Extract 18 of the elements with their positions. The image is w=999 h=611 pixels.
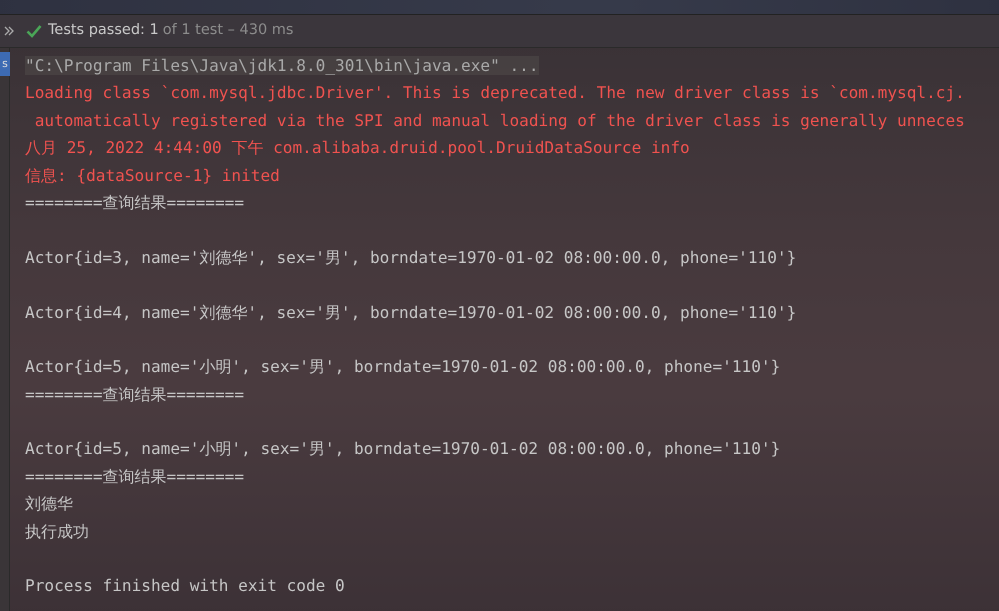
error-log-line: 八月 25, 2022 4:44:00 下午 com.alibaba.druid.pool.DruidDataSource info [25,138,690,158]
console-output-line: Process finished with exit code 0 [25,576,345,596]
error-log-line: Loading class `com.mysql.jdbc.Driver'. This is deprecated. The new driver class is `com.mysql.cj. [25,83,965,102]
console-output-line: Actor{id=5, name='小明', sex='男', borndate=1970-01-02 08:00:00.0, phone='110'} [25,357,780,376]
console-output-line: Actor{id=4, name='刘德华', sex='男', borndate=1970-01-02 08:00:00.0, phone='110'} [25,302,796,322]
chevron-icon[interactable] [4,25,14,37]
test-status-label: Tests passed: 1 [48,21,159,40]
console-output-line: ========查询结果======== [25,466,244,486]
console-output-line: 执行成功 [25,522,89,541]
side-tab[interactable]: s [0,52,10,76]
console-output-line: 刘德华 [25,494,73,514]
error-log-line: 信息: {dataSource-1} inited [25,166,280,185]
console-output-line: Actor{id=3, name='刘德华', sex='男', borndate=1970-01-02 08:00:00.0, phone='110'} [25,248,796,267]
error-log-line: automatically registered via the SPI and manual loading of the driver class is generally unneces [34,110,965,130]
test-status-detail: of 1 test – 430 ms [162,21,294,40]
console-output-line: ========查询结果======== [25,192,244,212]
console-output-line: ========查询结果======== [25,384,244,404]
console-output-line: Actor{id=5, name='小明', sex='男', borndate=1970-01-02 08:00:00.0, phone='110'} [25,439,780,458]
